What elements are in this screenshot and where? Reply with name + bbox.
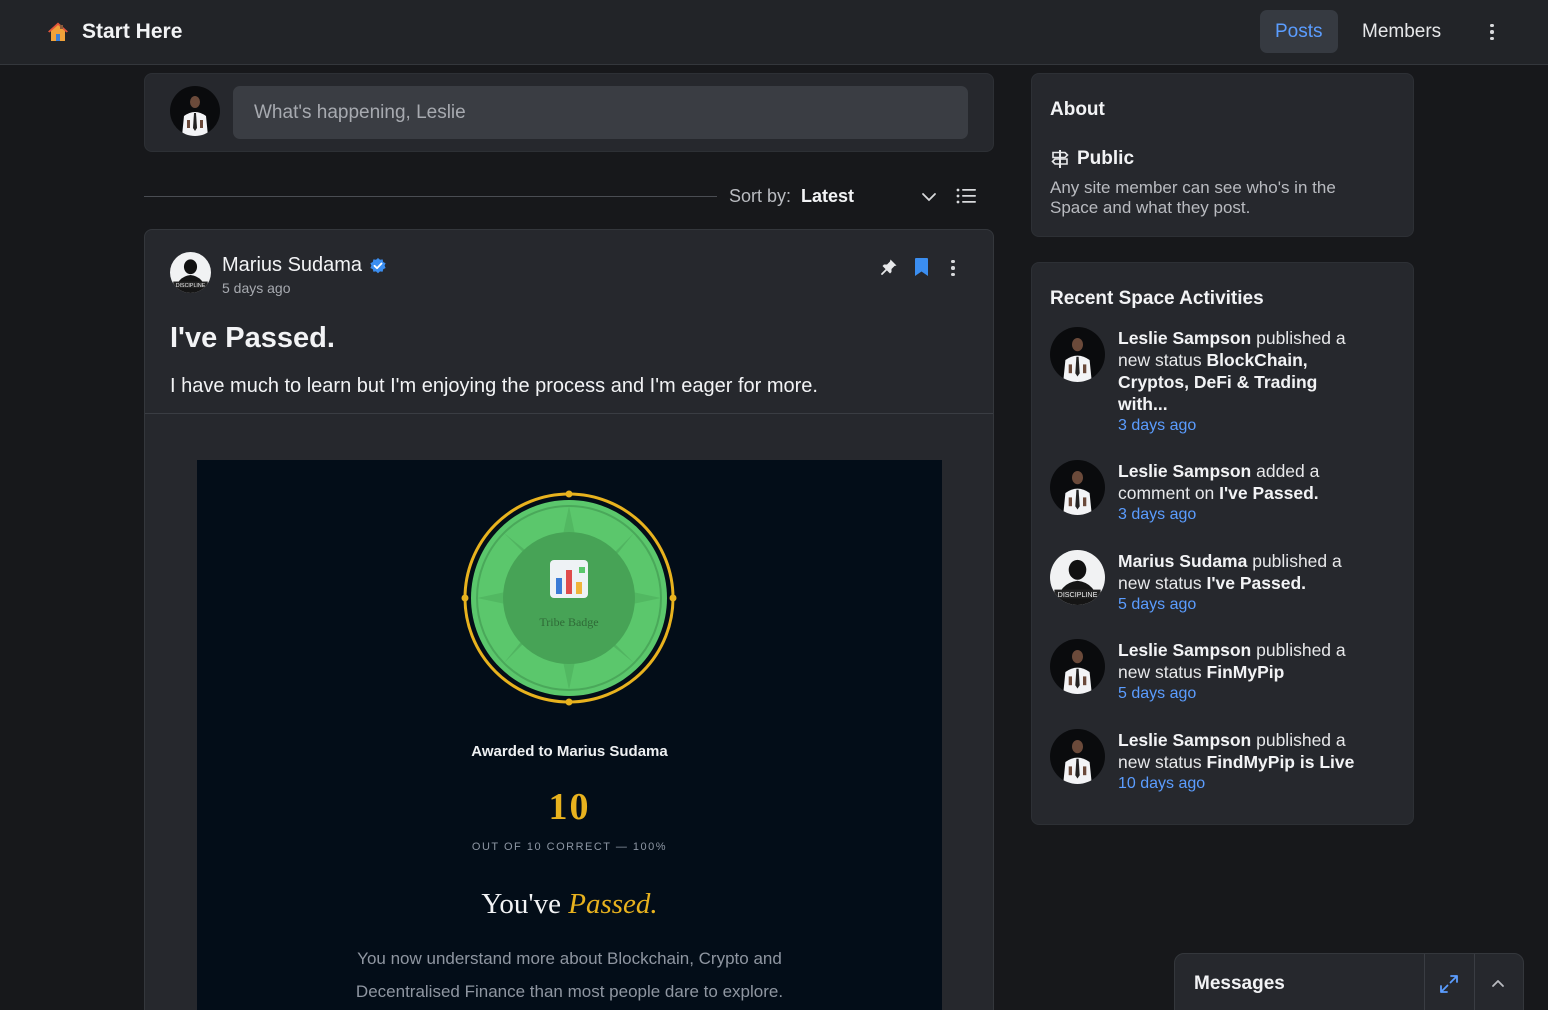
post-divider <box>145 413 993 414</box>
chevron-down-icon[interactable] <box>920 188 938 206</box>
more-vertical-icon[interactable] <box>945 258 961 278</box>
score-value: 10 <box>548 786 591 828</box>
about-description: Any site member can see who's in the Spa… <box>1050 178 1336 217</box>
activity-actor[interactable]: Leslie Sampson <box>1118 730 1251 750</box>
passed-prefix: You've <box>481 888 561 920</box>
about-title: About <box>1050 99 1105 120</box>
activity-target[interactable]: I've Passed. <box>1207 573 1307 593</box>
activities-title: Recent Space Activities <box>1050 288 1264 309</box>
house-icon <box>48 22 68 41</box>
activity-text: Marius Sudama published a new status I'v… <box>1118 550 1368 616</box>
sort-select[interactable]: Latest <box>801 186 854 207</box>
activity-time[interactable]: 10 days ago <box>1118 773 1368 795</box>
visibility-label: Public <box>1077 148 1135 169</box>
activity-target[interactable]: FindMyPip is Live <box>1207 752 1355 772</box>
post-composer <box>144 73 994 152</box>
passed-word: Passed. <box>568 888 658 920</box>
activity-time[interactable]: 5 days ago <box>1118 594 1368 616</box>
sort-divider <box>144 196 717 197</box>
avatar <box>1050 729 1105 784</box>
messages-dock[interactable]: Messages <box>1174 953 1524 1010</box>
post-author[interactable]: Marius Sudama <box>222 254 387 277</box>
top-bar: Start Here Posts Members <box>0 0 1548 65</box>
space-title: Start Here <box>82 20 183 43</box>
avatar <box>1050 327 1105 382</box>
composer-input[interactable] <box>233 86 968 139</box>
visibility-row: Public <box>1050 148 1134 170</box>
passed-description: You now understand more about Blockchain… <box>197 942 942 1008</box>
tribe-badge-icon: Tribe Badge <box>461 490 677 706</box>
activity-time[interactable]: 5 days ago <box>1118 683 1368 705</box>
awarded-text: Awarded to Marius Sudama <box>471 743 668 760</box>
about-card: About Public Any site member can see who… <box>1031 73 1414 237</box>
divider <box>1424 954 1425 1010</box>
activity-time[interactable]: 3 days ago <box>1118 504 1368 526</box>
passed-description-line: Decentralised Finance than most people d… <box>355 982 784 1001</box>
activity-actor[interactable]: Leslie Sampson <box>1118 640 1251 660</box>
activity-actor[interactable]: Marius Sudama <box>1118 551 1247 571</box>
signpost-icon <box>1051 150 1069 168</box>
badge-label: Tribe Badge <box>539 615 598 629</box>
more-vertical-icon[interactable] <box>1484 22 1500 42</box>
avatar[interactable] <box>170 252 211 293</box>
avatar <box>1050 460 1105 515</box>
chevron-up-icon[interactable] <box>1489 975 1507 993</box>
avatar <box>1050 639 1105 694</box>
activity-actor[interactable]: Leslie Sampson <box>1118 328 1251 348</box>
activity-target[interactable]: FinMyPip <box>1207 662 1285 682</box>
passed-description-line: You now understand more about Blockchain… <box>357 949 782 968</box>
pin-icon[interactable] <box>880 258 898 276</box>
activity-time[interactable]: 3 days ago <box>1118 415 1368 437</box>
post-author-name: Marius Sudama <box>222 254 363 276</box>
activity-actor[interactable]: Leslie Sampson <box>1118 461 1251 481</box>
tab-members[interactable]: Members <box>1347 10 1456 53</box>
activity-text: Leslie Sampson added a comment on I've P… <box>1118 460 1368 526</box>
avatar <box>170 86 220 136</box>
avatar <box>1050 550 1105 605</box>
post-title[interactable]: I've Passed. <box>170 322 335 355</box>
tab-posts[interactable]: Posts <box>1260 10 1338 53</box>
post-card: Marius Sudama 5 days ago I've Passed. I … <box>144 229 994 1010</box>
messages-label[interactable]: Messages <box>1194 973 1285 995</box>
post-body: I have much to learn but I'm enjoying th… <box>170 375 818 397</box>
space-brand[interactable]: Start Here <box>46 20 182 44</box>
activity-target[interactable]: I've Passed. <box>1219 483 1319 503</box>
verified-icon <box>370 257 386 273</box>
bookmark-icon[interactable] <box>913 257 930 277</box>
activity-text: Leslie Sampson published a new status Fi… <box>1118 639 1368 705</box>
list-view-icon[interactable] <box>955 186 977 206</box>
score-subtext: OUT OF 10 CORRECT — 100% <box>471 841 668 853</box>
sort-label: Sort by: <box>729 186 792 206</box>
expand-icon[interactable] <box>1438 973 1460 995</box>
activity-text: Leslie Sampson published a new status Fi… <box>1118 729 1368 795</box>
recent-activities-card: Recent Space Activities Leslie Sampson p… <box>1031 262 1414 825</box>
divider <box>1474 954 1475 1010</box>
activity-text: Leslie Sampson published a new status Bl… <box>1118 327 1368 437</box>
post-timestamp[interactable]: 5 days ago <box>222 280 291 296</box>
passed-heading: You've Passed. <box>197 888 942 921</box>
certificate-image[interactable]: Tribe Badge Awarded to Marius Sudama 10 … <box>197 460 942 1010</box>
